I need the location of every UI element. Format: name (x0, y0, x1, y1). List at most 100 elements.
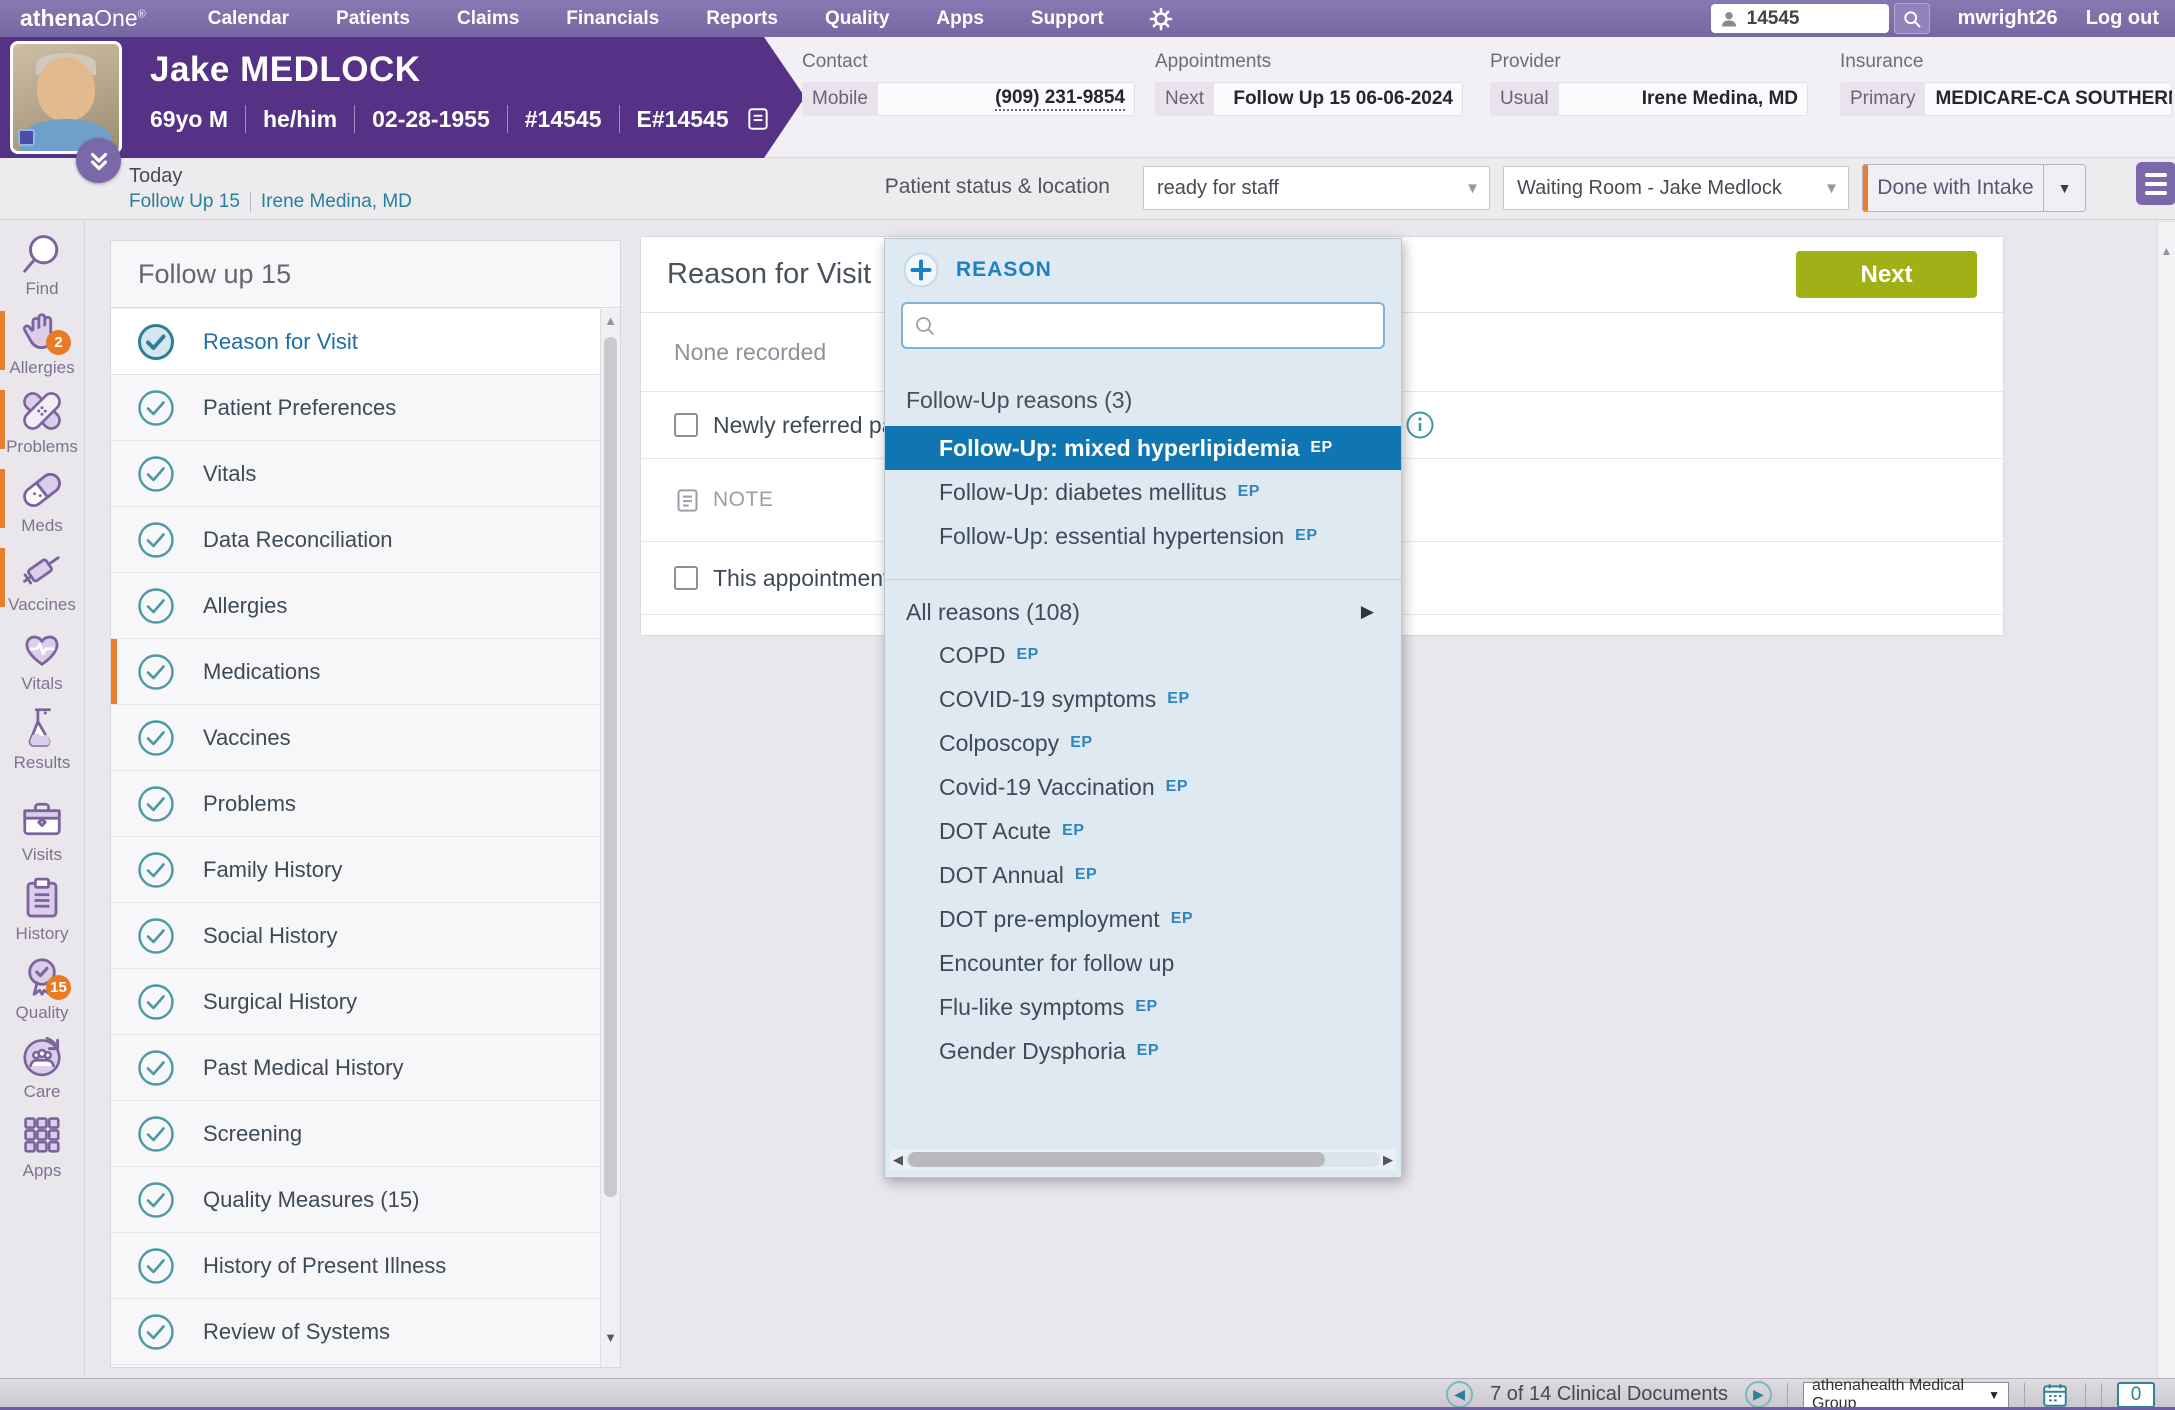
sidebar-item-visits[interactable]: Visits (0, 791, 84, 870)
patient-location-select[interactable]: Waiting Room - Jake Medlock ▼ (1503, 166, 1849, 210)
reason-option-encounter-for-follow-up[interactable]: Encounter for follow up (885, 941, 1401, 985)
heart-pulse-icon (19, 625, 65, 671)
reason-option-dot-acute[interactable]: DOT Acute EP (885, 809, 1401, 853)
nav-support[interactable]: Support (1031, 8, 1104, 30)
checklist-item-medications[interactable]: Medications (111, 639, 600, 705)
check-circle-icon (136, 322, 176, 362)
task-counter-box[interactable]: 0 (2117, 1382, 2155, 1408)
page-scrollbar[interactable]: ▲ (2157, 222, 2175, 1378)
nav-financials[interactable]: Financials (566, 8, 659, 30)
reason-option-covid19-vaccination[interactable]: Covid-19 Vaccination EP (885, 765, 1401, 809)
hamburger-menu-icon[interactable] (2136, 162, 2175, 205)
search-input[interactable] (1747, 8, 1867, 30)
reason-option-covid19-symptoms[interactable]: COVID-19 symptoms EP (885, 677, 1401, 721)
checklist-item-vaccines[interactable]: Vaccines (111, 705, 600, 771)
scroll-up-icon[interactable]: ▲ (601, 313, 620, 328)
reason-option-mixed-hyperlipidemia[interactable]: Follow-Up: mixed hyperlipidemia EP (885, 426, 1401, 470)
reason-option-dot-annual[interactable]: DOT Annual EP (885, 853, 1401, 897)
clipboard-icon (19, 875, 65, 921)
search-button[interactable] (1894, 3, 1930, 34)
previous-document-button[interactable]: ◀ (1446, 1381, 1473, 1408)
reason-option-diabetes-mellitus[interactable]: Follow-Up: diabetes mellitus EP (885, 470, 1401, 514)
reason-option-dot-pre-employment[interactable]: DOT pre-employment EP (885, 897, 1401, 941)
athenaone-logo[interactable]: athenaOne® (20, 5, 146, 32)
checklist-item-past-medical-history[interactable]: Past Medical History (111, 1035, 600, 1101)
scroll-left-icon[interactable]: ◀ (890, 1152, 906, 1168)
scroll-down-icon[interactable]: ▼ (601, 1330, 620, 1345)
medical-group-select[interactable]: athenahealth Medical Group ▼ (1803, 1382, 2009, 1408)
sidebar-item-quality[interactable]: Quality 15 (0, 949, 84, 1028)
check-circle-icon (136, 652, 176, 692)
patient-photo[interactable] (10, 41, 122, 154)
next-document-button[interactable]: ▶ (1745, 1381, 1772, 1408)
scrollbar-track[interactable] (906, 1152, 1380, 1167)
scroll-up-icon[interactable]: ▲ (2158, 244, 2175, 258)
chevron-down-icon: ▼ (1988, 1388, 2000, 1402)
reason-option-flu-like-symptoms[interactable]: Flu-like symptoms EP (885, 985, 1401, 1029)
patient-search-box[interactable] (1711, 4, 1889, 33)
checklist-item-social-history[interactable]: Social History (111, 903, 600, 969)
info-icon[interactable] (1405, 410, 1435, 440)
newly-referred-checkbox[interactable] (674, 413, 698, 437)
mobile-value[interactable]: (909) 231-9854 (995, 87, 1125, 111)
brand-bold: athena (20, 5, 94, 31)
intake-checklist-panel: Follow up 15 Reason for Visit Patient Pr… (110, 240, 621, 1368)
checklist-item-family-history[interactable]: Family History (111, 837, 600, 903)
sidebar-item-care[interactable]: Care (0, 1028, 84, 1107)
reason-option-essential-hypertension[interactable]: Follow-Up: essential hypertension EP (885, 514, 1401, 558)
checklist-scrollbar[interactable]: ▲ ▼ (600, 309, 620, 1367)
scrollbar-thumb[interactable] (908, 1152, 1325, 1167)
sidebar-item-results[interactable]: Results (0, 699, 84, 778)
calendar-icon[interactable] (2040, 1381, 2070, 1409)
sidebar-item-problems[interactable]: Problems (0, 383, 84, 462)
checklist-item-screening[interactable]: Screening (111, 1101, 600, 1167)
nav-apps[interactable]: Apps (936, 8, 984, 30)
nav-calendar[interactable]: Calendar (208, 8, 289, 30)
plus-circle-icon (902, 251, 940, 289)
sidebar-item-history[interactable]: History (0, 870, 84, 949)
checklist-item-problems[interactable]: Problems (111, 771, 600, 837)
checklist-item-data-reconciliation[interactable]: Data Reconciliation (111, 507, 600, 573)
gear-icon[interactable] (1148, 6, 1174, 32)
this-appointment-checkbox[interactable] (674, 566, 698, 590)
patient-status-select[interactable]: ready for staff ▼ (1143, 166, 1490, 210)
next-button[interactable]: Next (1796, 251, 1977, 298)
checklist-item-quality-measures[interactable]: Quality Measures (15) (111, 1167, 600, 1233)
scrollbar-thumb[interactable] (604, 337, 617, 1197)
checklist-item-history-of-present-illness[interactable]: History of Present Illness (111, 1233, 600, 1299)
checklist-item-review-of-systems[interactable]: Review of Systems (111, 1299, 600, 1365)
reason-option-gender-dysphoria[interactable]: Gender Dysphoria EP (885, 1029, 1401, 1073)
nav-quality[interactable]: Quality (825, 8, 889, 30)
nav-claims[interactable]: Claims (457, 8, 519, 30)
sidebar-item-apps[interactable]: Apps (0, 1107, 84, 1186)
checklist-item-surgical-history[interactable]: Surgical History (111, 969, 600, 1035)
patient-note-icon[interactable] (745, 106, 771, 132)
sidebar-item-allergies[interactable]: Allergies 2 (0, 304, 84, 383)
checklist-item-vitals[interactable]: Vitals (111, 441, 600, 507)
logout-link[interactable]: Log out (2086, 7, 2159, 30)
sidebar-item-vitals[interactable]: Vitals (0, 620, 84, 699)
checklist-item-reason-for-visit[interactable]: Reason for Visit (111, 309, 600, 375)
scroll-right-icon[interactable]: ▶ (1380, 1152, 1396, 1168)
sidebar-item-meds[interactable]: Meds (0, 462, 84, 541)
nav-patients[interactable]: Patients (336, 8, 410, 30)
reason-option-colposcopy[interactable]: Colposcopy EP (885, 721, 1401, 765)
sidebar-item-vaccines[interactable]: Vaccines (0, 541, 84, 620)
reason-option-copd[interactable]: COPD EP (885, 633, 1401, 677)
dropdown-horizontal-scrollbar[interactable]: ◀ ▶ (890, 1149, 1396, 1170)
intake-dropdown-caret[interactable]: ▼ (2043, 165, 2085, 211)
provider-link[interactable]: Irene Medina, MD (261, 191, 412, 213)
checklist-item-patient-preferences[interactable]: Patient Preferences (111, 375, 600, 441)
sidebar-item-find[interactable]: Find (0, 225, 84, 304)
reason-search-box[interactable] (901, 302, 1385, 349)
all-reasons-expandable[interactable]: All reasons (108) ▶ (885, 591, 1401, 633)
nav-reports[interactable]: Reports (706, 8, 778, 30)
checklist-item-allergies[interactable]: Allergies (111, 573, 600, 639)
expand-banner-button[interactable] (76, 138, 121, 183)
username[interactable]: mwright26 (1958, 7, 2058, 30)
reason-search-input[interactable] (945, 314, 1373, 338)
done-with-intake-button[interactable]: Done with Intake ▼ (1862, 164, 2086, 212)
divider (2101, 1383, 2102, 1407)
add-reason-button[interactable]: REASON (885, 239, 1401, 289)
encounter-link[interactable]: Follow Up 15 (129, 191, 240, 213)
